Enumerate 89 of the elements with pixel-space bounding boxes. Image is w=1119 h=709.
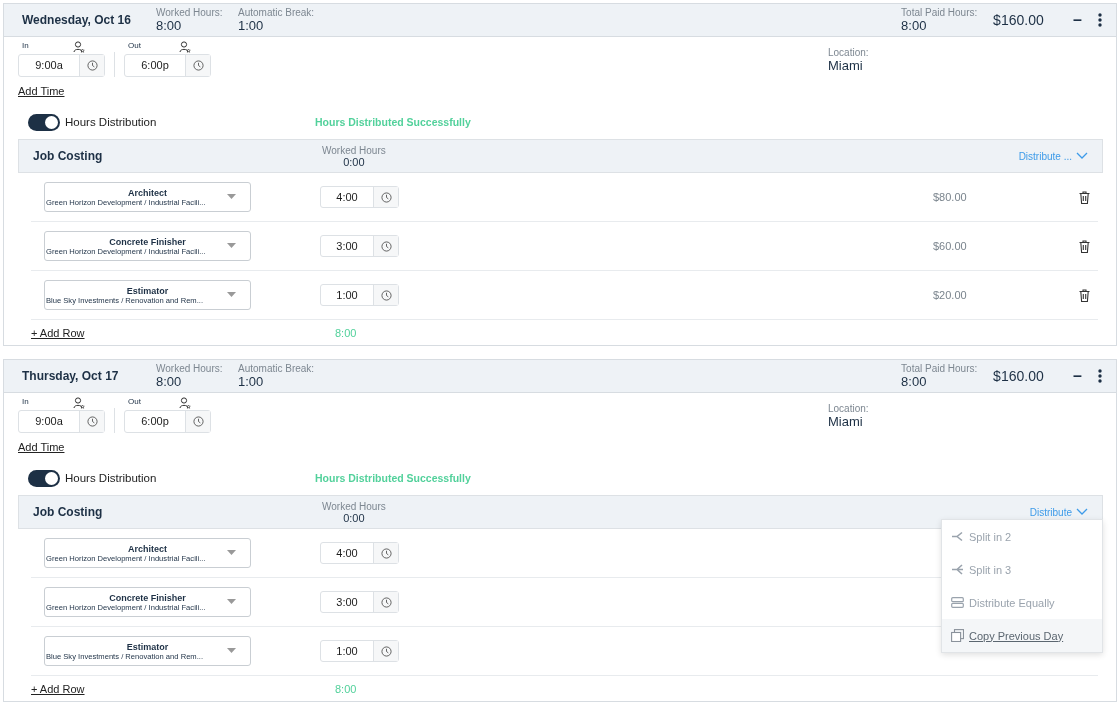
time-input[interactable]: 6:00p xyxy=(124,409,211,433)
clock-icon xyxy=(380,547,392,559)
copy-icon xyxy=(951,629,964,642)
caret-icon xyxy=(227,243,236,248)
worked-hours-label: Worked Hours xyxy=(322,144,386,156)
hours-input[interactable]: 1:00 xyxy=(320,284,399,306)
in-label: In xyxy=(22,41,29,52)
day-title: Wednesday, Oct 16 xyxy=(22,13,132,27)
trash-icon[interactable] xyxy=(1079,190,1090,204)
stat-label: Automatic Break: xyxy=(238,7,316,18)
clock-icon xyxy=(192,415,204,427)
stat-label: Total Paid Hours: xyxy=(901,363,979,374)
more-icon[interactable] xyxy=(1098,13,1102,27)
day-title: Thursday, Oct 17 xyxy=(22,369,120,383)
status-message: Hours Distributed Successfully xyxy=(315,116,471,128)
trash-icon[interactable] xyxy=(1079,239,1090,253)
time-input[interactable]: 9:00a xyxy=(18,53,105,77)
collapse-button[interactable]: – xyxy=(1073,367,1082,385)
stat-value: 8:00 xyxy=(156,18,183,33)
time-input[interactable]: 6:00p xyxy=(124,53,211,77)
person-icon[interactable] xyxy=(73,397,85,409)
stat-value: 8:00 xyxy=(901,374,928,389)
add-time-link[interactable]: Add Time xyxy=(18,85,65,97)
hours-input[interactable]: 4:00 xyxy=(320,542,399,564)
pay-amount: $160.00 xyxy=(993,368,1045,384)
location-label: Location: xyxy=(828,403,869,414)
person-icon[interactable] xyxy=(179,41,191,53)
rows-icon xyxy=(951,597,964,608)
caret-icon xyxy=(227,292,236,297)
split-icon xyxy=(951,531,964,542)
toggle-switch[interactable] xyxy=(28,113,60,131)
out-label: Out xyxy=(128,41,141,52)
stat-label: Total Paid Hours: xyxy=(901,7,979,18)
worked-hours-value: 0:00 xyxy=(343,511,365,524)
caret-icon xyxy=(227,194,236,199)
add-row-link[interactable]: + Add Row xyxy=(31,327,335,339)
location-label: Location: xyxy=(828,47,869,58)
section-title: Job Costing xyxy=(33,505,104,519)
hours-input[interactable]: 1:00 xyxy=(320,640,399,662)
split-icon xyxy=(951,564,964,575)
out-label: Out xyxy=(128,397,141,408)
caret-icon xyxy=(227,550,236,555)
clock-icon xyxy=(380,645,392,657)
add-row-link[interactable]: + Add Row xyxy=(31,683,335,695)
hours-input[interactable]: 3:00 xyxy=(320,591,399,613)
collapse-button[interactable]: – xyxy=(1073,11,1082,29)
toggle-switch[interactable] xyxy=(28,469,60,487)
total-hours: 8:00 xyxy=(335,327,357,339)
time-input[interactable]: 9:00a xyxy=(18,409,105,433)
caret-icon xyxy=(227,599,236,604)
clock-icon xyxy=(380,596,392,608)
in-label: In xyxy=(22,397,29,408)
clock-icon xyxy=(380,240,392,252)
stat-value: 1:00 xyxy=(238,18,265,33)
total-hours: 8:00 xyxy=(335,683,357,695)
location-value: Miami xyxy=(828,58,864,73)
person-icon[interactable] xyxy=(73,41,85,53)
row-amount: $80.00 xyxy=(933,191,968,203)
clock-icon xyxy=(86,415,98,427)
hours-input[interactable]: 4:00 xyxy=(320,186,399,208)
location-value: Miami xyxy=(828,414,864,429)
stat-value: 8:00 xyxy=(156,374,183,389)
add-time-link[interactable]: Add Time xyxy=(18,441,65,453)
more-icon[interactable] xyxy=(1098,369,1102,383)
clock-icon xyxy=(380,289,392,301)
stat-value: 1:00 xyxy=(238,374,265,389)
section-title: Job Costing xyxy=(33,149,104,163)
trash-icon[interactable] xyxy=(1079,288,1090,302)
clock-icon xyxy=(192,59,204,71)
stat-label: Worked Hours: xyxy=(156,363,224,374)
stat-label: Worked Hours: xyxy=(156,7,224,18)
status-message: Hours Distributed Successfully xyxy=(315,472,471,484)
hours-input[interactable]: 3:00 xyxy=(320,235,399,257)
pay-amount: $160.00 xyxy=(993,12,1045,28)
person-icon[interactable] xyxy=(179,397,191,409)
worked-hours-value: 0:00 xyxy=(343,155,365,168)
row-amount: $20.00 xyxy=(933,289,968,301)
toggle-label: Hours Distribution xyxy=(65,116,158,128)
clock-icon xyxy=(86,59,98,71)
toggle-label: Hours Distribution xyxy=(65,472,158,484)
clock-icon xyxy=(380,191,392,203)
row-amount: $60.00 xyxy=(933,240,968,252)
chevron-down-icon[interactable] xyxy=(1076,508,1088,516)
caret-icon xyxy=(227,648,236,653)
menu-item[interactable]: Copy Previous Day xyxy=(942,619,1102,652)
worked-hours-label: Worked Hours xyxy=(322,500,386,512)
chevron-down-icon[interactable] xyxy=(1076,152,1088,160)
stat-value: 8:00 xyxy=(901,18,928,33)
stat-label: Automatic Break: xyxy=(238,363,316,374)
